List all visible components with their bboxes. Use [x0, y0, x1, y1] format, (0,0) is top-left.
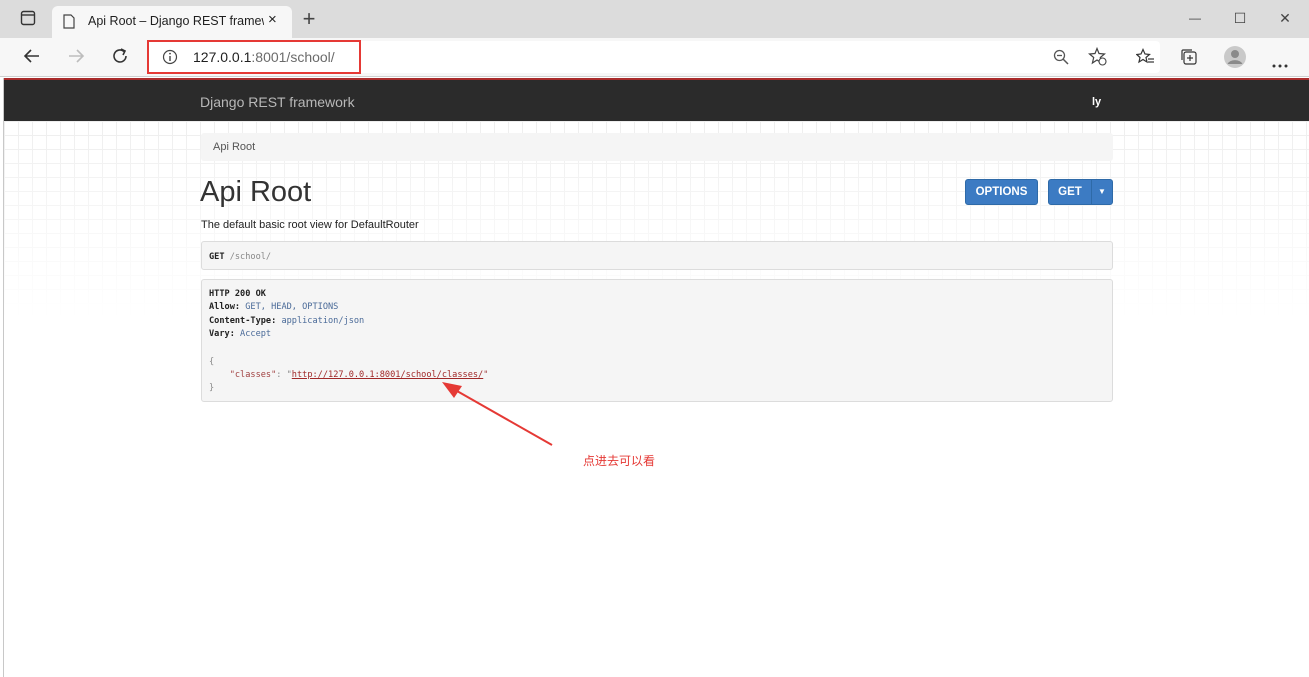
header-allow: Allow: GET, HEAD, OPTIONS — [209, 302, 339, 312]
header-vary: Vary: Accept — [209, 329, 272, 339]
browser-tab[interactable]: Api Root – Django REST framewo × — [52, 6, 292, 38]
address-highlight-box — [147, 40, 361, 74]
request-info: GET /school/ — [201, 241, 1113, 270]
breadcrumb: Api Root — [201, 133, 1113, 161]
response-info: HTTP 200 OK Allow: GET, HEAD, OPTIONS Co… — [201, 279, 1113, 402]
json-open-brace: { — [209, 357, 215, 367]
add-favorite-icon[interactable] — [1088, 46, 1107, 71]
user-menu[interactable]: ly — [1092, 96, 1101, 108]
collections-icon[interactable] — [1180, 48, 1198, 71]
options-button[interactable]: OPTIONS — [965, 179, 1038, 205]
header-content-type: Content-Type: application/json — [209, 316, 365, 326]
profile-avatar-icon[interactable] — [1223, 45, 1247, 74]
request-method: GET — [209, 252, 225, 262]
tab-title: Api Root – Django REST framewo — [88, 14, 264, 28]
forward-icon[interactable] — [65, 47, 87, 69]
new-tab-icon[interactable]: + — [298, 8, 320, 31]
breadcrumb-item-api-root[interactable]: Api Root — [213, 141, 255, 153]
zoom-icon[interactable] — [1053, 49, 1069, 70]
more-menu-icon[interactable] — [1272, 55, 1288, 73]
page-icon — [63, 14, 75, 34]
close-window-icon[interactable]: ✕ — [1274, 8, 1296, 30]
response-status: HTTP 200 OK — [209, 289, 266, 299]
refresh-icon[interactable] — [109, 47, 131, 69]
get-format-dropdown-icon[interactable]: ▼ — [1091, 179, 1113, 205]
get-button[interactable]: GET — [1048, 179, 1092, 205]
page-title: Api Root — [200, 176, 312, 208]
json-close-brace: } — [209, 383, 215, 393]
view-description: The default basic root view for DefaultR… — [201, 219, 419, 231]
favorites-icon[interactable] — [1135, 48, 1155, 71]
annotation-arrow — [442, 382, 553, 446]
minimize-icon[interactable]: — — [1184, 8, 1206, 30]
request-path: /school/ — [224, 252, 272, 262]
tab-actions-icon[interactable] — [17, 10, 39, 32]
back-icon[interactable] — [21, 47, 43, 69]
close-tab-icon[interactable]: × — [268, 11, 277, 28]
brand-link[interactable]: Django REST framework — [200, 94, 355, 110]
maximize-icon[interactable]: ☐ — [1229, 8, 1251, 30]
tab-strip: Api Root – Django REST framewo × + — ☐ ✕ — [0, 0, 1309, 38]
annotation-text: 点进去可以看 — [583, 454, 656, 468]
navbar: Django REST framework ly — [4, 78, 1309, 121]
